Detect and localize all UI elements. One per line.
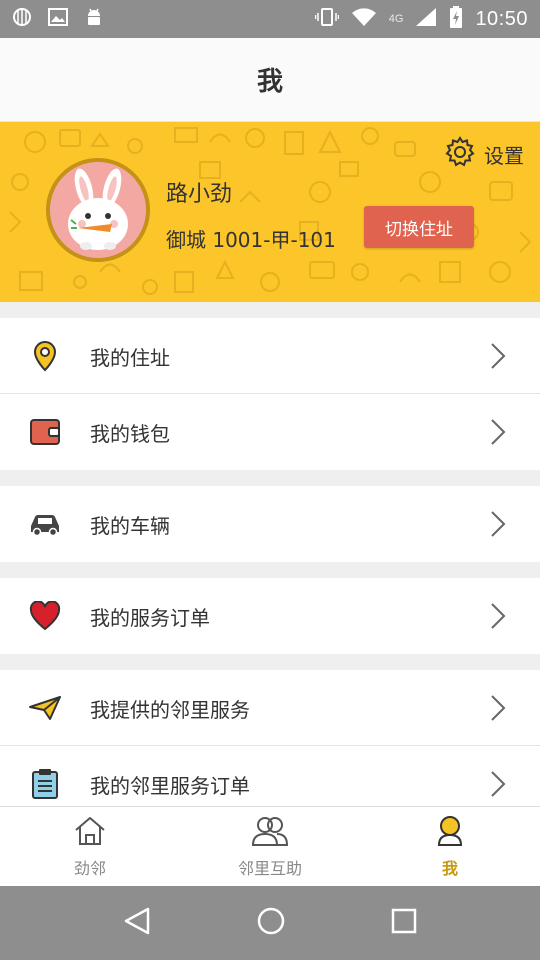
chevron-right-icon bbox=[491, 511, 506, 537]
people-icon bbox=[251, 815, 289, 851]
network-type: 4G bbox=[388, 13, 404, 25]
android-icon bbox=[84, 7, 104, 31]
chevron-right-icon bbox=[491, 419, 506, 445]
chevron-right-icon bbox=[491, 771, 506, 797]
menu-item-address[interactable]: 我的住址 bbox=[0, 318, 540, 394]
gear-icon bbox=[444, 136, 476, 173]
tab-bar: 劲邻 邻里互助 我 bbox=[0, 806, 540, 886]
username: 路小劲 bbox=[166, 182, 233, 207]
tab-home[interactable]: 劲邻 bbox=[0, 807, 180, 886]
menu-item-provided-services[interactable]: 我提供的邻里服务 bbox=[0, 670, 540, 746]
menu-item-label: 我的邻里服务订单 bbox=[90, 773, 250, 798]
avatar[interactable] bbox=[46, 158, 150, 262]
menu-item-service-orders[interactable]: 我的服务订单 bbox=[0, 578, 540, 654]
settings-button[interactable]: 设置 bbox=[444, 136, 524, 173]
settings-label: 设置 bbox=[484, 144, 524, 168]
profile-banner: 路小劲 御城 1001-甲-101 设置 切换住址 bbox=[0, 122, 540, 302]
menu-item-label: 我的钱包 bbox=[90, 421, 170, 446]
chevron-right-icon bbox=[491, 695, 506, 721]
wallet-icon bbox=[28, 415, 62, 449]
menu-item-vehicle[interactable]: 我的车辆 bbox=[0, 486, 540, 562]
header: 我 bbox=[0, 38, 540, 122]
cell-signal-icon bbox=[415, 7, 437, 31]
chevron-right-icon bbox=[491, 343, 506, 369]
user-icon bbox=[434, 815, 466, 851]
recents-icon[interactable] bbox=[390, 907, 418, 939]
vibrate-icon bbox=[314, 7, 339, 31]
menu-item-label: 我的车辆 bbox=[90, 513, 170, 538]
clipboard-icon bbox=[28, 767, 62, 801]
tab-label: 劲邻 bbox=[73, 858, 106, 878]
menu-item-label: 我的服务订单 bbox=[90, 605, 210, 630]
system-nav-bar bbox=[0, 886, 540, 960]
rabbit-avatar-icon bbox=[50, 162, 146, 258]
tab-me[interactable]: 我 bbox=[360, 807, 540, 886]
menu-item-label: 我的住址 bbox=[90, 345, 170, 370]
signal-icon bbox=[12, 7, 32, 31]
tab-label: 邻里互助 bbox=[237, 858, 302, 878]
heart-icon bbox=[28, 599, 62, 633]
switch-address-button[interactable]: 切换住址 bbox=[364, 206, 474, 248]
home-icon bbox=[73, 815, 107, 851]
status-bar: 4G 10:50 bbox=[0, 0, 540, 38]
battery-icon bbox=[449, 6, 463, 32]
image-icon bbox=[48, 8, 68, 30]
location-pin-icon bbox=[28, 339, 62, 373]
menu-item-label: 我提供的邻里服务 bbox=[90, 697, 250, 722]
chevron-right-icon bbox=[491, 603, 506, 629]
tab-neighbor-help[interactable]: 邻里互助 bbox=[180, 807, 360, 886]
page-title: 我 bbox=[256, 67, 283, 97]
home-circle-icon[interactable] bbox=[256, 906, 286, 940]
back-icon[interactable] bbox=[122, 906, 152, 940]
status-time: 10:50 bbox=[475, 7, 528, 30]
car-icon bbox=[28, 507, 62, 541]
menu-item-wallet[interactable]: 我的钱包 bbox=[0, 394, 540, 470]
wifi-icon bbox=[351, 7, 377, 31]
user-address: 御城 1001-甲-101 bbox=[166, 228, 336, 252]
paper-plane-icon bbox=[28, 691, 62, 725]
tab-label: 我 bbox=[441, 858, 458, 878]
